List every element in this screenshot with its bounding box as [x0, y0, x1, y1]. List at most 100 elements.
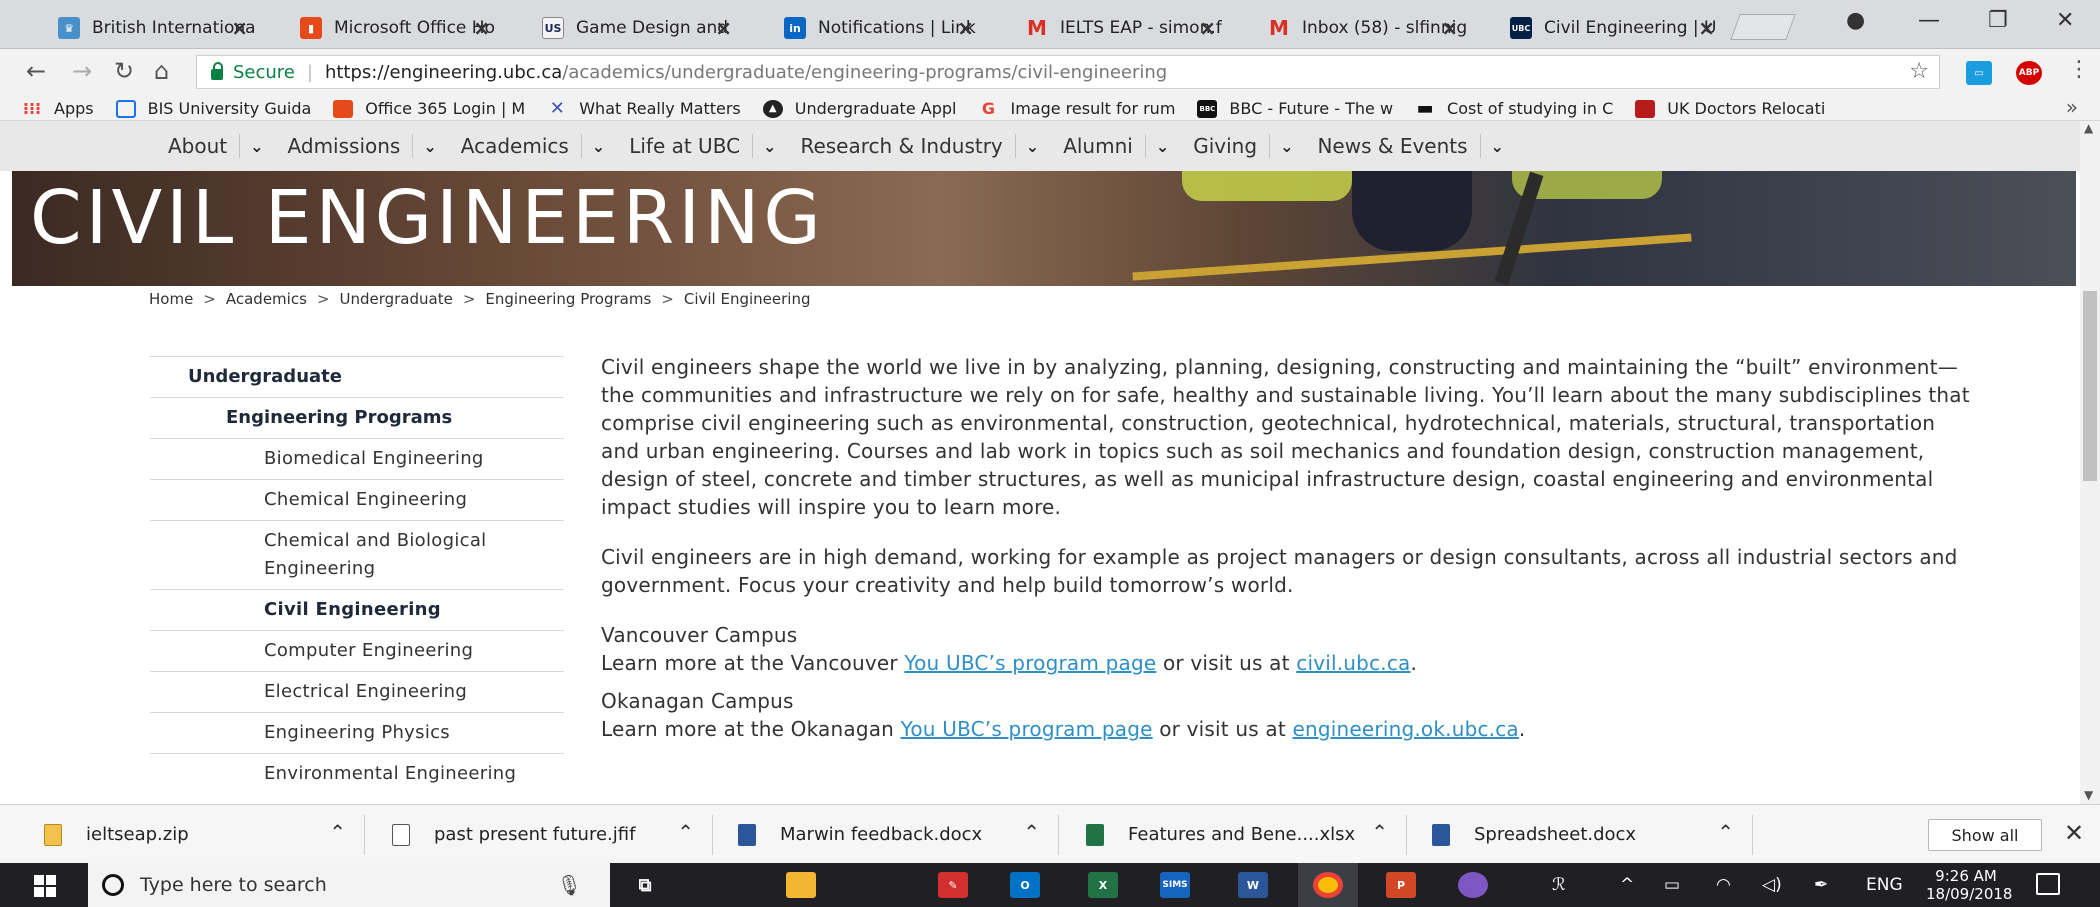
browser-tab[interactable]: in Notifications | Link ×	[746, 6, 996, 49]
scroll-up-arrow-icon[interactable]: ▲	[2084, 121, 2093, 135]
action-center-icon[interactable]	[2036, 873, 2060, 895]
adblock-plus-icon[interactable]: ABP	[2016, 61, 2042, 85]
breadcrumb-engineering-programs[interactable]: Engineering Programs	[485, 290, 651, 308]
nav-item-news-events[interactable]: News & Events ⌄	[1317, 134, 1527, 158]
secure-indicator[interactable]: Secure	[197, 61, 295, 83]
chevron-down-icon[interactable]: ⌄	[1491, 137, 1504, 156]
download-item[interactable]: Features and Bene....xlsx ⌃	[1086, 805, 1406, 864]
volume-icon[interactable]: ◁)	[1762, 875, 1782, 895]
browser-tab[interactable]: M IELTS EAP - simon.f ×	[988, 6, 1238, 49]
system-clock[interactable]: 9:26 AM 18/09/2018	[1926, 867, 2012, 903]
bookmark-apps[interactable]: ⁝⁝⁝ Apps	[22, 99, 94, 118]
sidebar-item-engineering-physics[interactable]: Engineering Physics	[150, 712, 564, 753]
excel-icon[interactable]: X	[1088, 872, 1118, 898]
nav-item-admissions[interactable]: Admissions ⌄	[288, 134, 461, 158]
close-icon[interactable]: ×	[1441, 16, 1458, 40]
bookmark-item[interactable]: ▬ Cost of studying in C	[1415, 98, 1614, 119]
window-close-icon[interactable]: ✕	[2056, 8, 2074, 33]
sidebar-item-environmental[interactable]: Environmental Engineering	[150, 753, 564, 794]
bookmark-item[interactable]: BIS University Guida	[115, 99, 311, 118]
you-ubc-program-link[interactable]: You UBC’s program page	[904, 651, 1156, 675]
powerpoint-icon[interactable]: P	[1386, 872, 1416, 898]
chevron-down-icon[interactable]: ⌄	[250, 137, 263, 156]
close-icon[interactable]: ×	[715, 16, 732, 40]
sidebar-item-computer[interactable]: Computer Engineering	[150, 630, 564, 671]
nav-item-giving[interactable]: Giving ⌄	[1193, 134, 1317, 158]
browser-tab[interactable]: US Game Design and ×	[504, 6, 754, 49]
browser-tab[interactable]: M Inbox (58) - slfinnig ×	[1230, 6, 1480, 49]
wifi-icon[interactable]: ◠	[1716, 875, 1731, 895]
chevron-down-icon[interactable]: ⌄	[423, 137, 436, 156]
chevron-up-icon[interactable]: ⌃	[1371, 820, 1388, 844]
close-icon[interactable]: ×	[957, 16, 974, 40]
page-scrollbar[interactable]: ▲ ▼	[2080, 121, 2100, 804]
scroll-thumb[interactable]	[2083, 291, 2097, 481]
browser-tab-active[interactable]: UBC Civil Engineering | U ×	[1472, 6, 1737, 49]
sidebar-item-undergraduate[interactable]: Undergraduate	[150, 356, 564, 397]
download-item[interactable]: Marwin feedback.docx ⌃	[738, 805, 1058, 864]
chevron-up-icon[interactable]: ⌃	[329, 820, 346, 844]
bookmark-star-icon[interactable]: ☆	[1909, 59, 1929, 84]
battery-icon[interactable]: ▭	[1664, 875, 1680, 895]
task-view-icon[interactable]: ⧉	[630, 872, 660, 898]
chevron-down-icon[interactable]: ⌄	[1026, 137, 1039, 156]
bookmark-item[interactable]: ✕ What Really Matters	[547, 98, 741, 119]
close-icon[interactable]: ✕	[2064, 819, 2084, 847]
nav-item-research-industry[interactable]: Research & Industry ⌄	[800, 134, 1063, 158]
nav-label[interactable]: News & Events	[1317, 134, 1481, 158]
bookmark-item[interactable]: BBC BBC - Future - The w	[1197, 99, 1393, 118]
nav-label[interactable]: Research & Industry	[800, 134, 1016, 158]
profile-icon[interactable]: ●	[1846, 8, 1865, 33]
microphone-icon[interactable]: 🎙	[557, 873, 582, 897]
close-icon[interactable]: ×	[231, 16, 248, 40]
nav-item-alumni[interactable]: Alumni ⌄	[1063, 134, 1193, 158]
reload-icon[interactable]: ↻	[114, 57, 134, 85]
new-tab-button[interactable]	[1730, 14, 1796, 40]
download-item[interactable]: past present future.jfif ⌃	[392, 805, 712, 864]
you-ubc-program-link[interactable]: You UBC’s program page	[901, 717, 1153, 741]
nav-label[interactable]: Life at UBC	[629, 134, 754, 158]
acrobat-icon[interactable]: ✎	[938, 872, 968, 898]
sidebar-item-electrical[interactable]: Electrical Engineering	[150, 671, 564, 712]
chevron-up-icon[interactable]: ⌃	[1717, 820, 1734, 844]
close-icon[interactable]: ×	[1698, 16, 1715, 40]
download-item[interactable]: Spreadsheet.docx ⌃	[1432, 805, 1752, 864]
nav-item-life-at-ubc[interactable]: Life at UBC ⌄	[629, 134, 800, 158]
home-icon[interactable]: ⌂	[154, 57, 169, 85]
minimize-icon[interactable]: —	[1918, 8, 1940, 33]
sidebar-item-chemical[interactable]: Chemical Engineering	[150, 479, 564, 520]
scroll-down-arrow-icon[interactable]: ▼	[2084, 788, 2093, 802]
nav-item-about[interactable]: About ⌄	[168, 134, 288, 158]
close-icon[interactable]: ×	[1199, 16, 1216, 40]
bookmark-item[interactable]: G Image result for rum	[978, 99, 1176, 118]
outlook-icon[interactable]: O	[1010, 872, 1040, 898]
sidebar-item-chemical-biological[interactable]: Chemical and Biological Engineering	[150, 520, 564, 589]
windows-start-icon[interactable]	[34, 875, 56, 897]
browser-tab[interactable]: ♛ British Internationa ×	[20, 6, 270, 49]
chevron-down-icon[interactable]: ⌄	[763, 137, 776, 156]
paint-icon[interactable]	[1458, 872, 1488, 898]
nav-label[interactable]: Alumni	[1063, 134, 1146, 158]
nav-item-academics[interactable]: Academics ⌄	[461, 134, 629, 158]
language-indicator[interactable]: ENG	[1866, 875, 1903, 895]
bookmark-item[interactable]: Office 365 Login | M	[333, 99, 525, 118]
chevron-down-icon[interactable]: ⌄	[1280, 137, 1293, 156]
breadcrumb-home[interactable]: Home	[149, 290, 193, 308]
sidebar-item-engineering-programs[interactable]: Engineering Programs	[150, 397, 564, 438]
people-icon[interactable]: ℛ	[1552, 875, 1566, 895]
breadcrumb-academics[interactable]: Academics	[226, 290, 307, 308]
browser-tab[interactable]: ▮ Microsoft Office Ho ×	[262, 6, 512, 49]
address-bar[interactable]: Secure | https://engineering.ubc.ca/acad…	[196, 55, 1940, 89]
bookmark-item[interactable]: UK Doctors Relocati	[1635, 99, 1825, 118]
breadcrumb-undergraduate[interactable]: Undergraduate	[339, 290, 452, 308]
chevron-up-icon[interactable]: ^	[1620, 875, 1634, 895]
menu-kebab-icon[interactable]: ⋮	[2068, 57, 2090, 82]
taskbar-search-input[interactable]: Type here to search 🎙	[88, 863, 610, 907]
civil-ubc-link[interactable]: civil.ubc.ca	[1296, 651, 1410, 675]
back-arrow-icon[interactable]: ←	[26, 57, 46, 85]
extension-cast-icon[interactable]: ▭	[1966, 61, 1992, 85]
nav-label[interactable]: Admissions	[288, 134, 414, 158]
chrome-icon[interactable]	[1313, 872, 1343, 898]
nav-label[interactable]: About	[168, 134, 241, 158]
chevron-up-icon[interactable]: ⌃	[1023, 820, 1040, 844]
